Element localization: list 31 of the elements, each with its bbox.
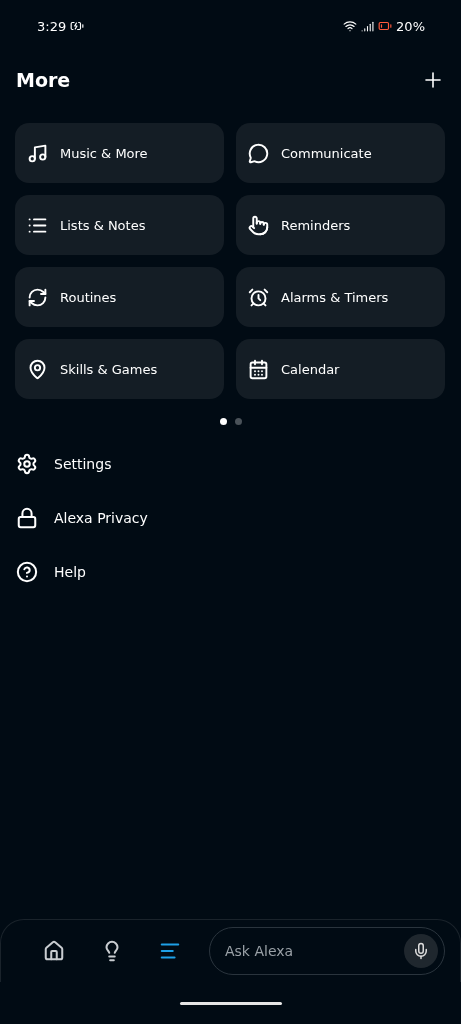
help-icon xyxy=(16,561,38,583)
feature-tile[interactable]: Calendar xyxy=(236,339,445,399)
feature-tile[interactable]: Reminders xyxy=(236,195,445,255)
battery-percent: 20% xyxy=(396,18,425,34)
feature-tile[interactable]: Lists & Notes xyxy=(15,195,224,255)
battery-icon xyxy=(378,19,393,33)
feature-tile[interactable]: Alarms & Timers xyxy=(236,267,445,327)
menu-item[interactable]: Alexa Privacy xyxy=(16,502,461,534)
feature-tile[interactable]: Routines xyxy=(15,267,224,327)
search-field[interactable]: Ask Alexa xyxy=(209,927,445,975)
calendar-icon xyxy=(248,358,269,380)
signal-icon xyxy=(361,19,375,33)
hand-pointer-icon xyxy=(248,214,269,236)
menu-item[interactable]: Help xyxy=(16,556,461,588)
menu-item[interactable]: Settings xyxy=(16,448,461,480)
battery-charging-icon xyxy=(70,19,85,33)
microphone-button[interactable] xyxy=(404,934,438,968)
home-icon xyxy=(43,940,65,962)
home-indicator[interactable] xyxy=(179,1001,282,1005)
clock-time: 3:29 xyxy=(37,18,67,34)
alarm-clock-icon xyxy=(248,286,269,308)
speech-bubble-icon xyxy=(248,142,269,164)
wifi-icon xyxy=(343,19,358,33)
feature-tile[interactable]: Music & More xyxy=(15,123,224,183)
feature-tile[interactable]: Skills & Games xyxy=(15,339,224,399)
microphone-icon xyxy=(412,942,430,960)
music-note-icon xyxy=(27,142,48,164)
page-title: More xyxy=(16,69,71,91)
settings-icon xyxy=(16,453,38,475)
feature-tile[interactable]: Communicate xyxy=(236,123,445,183)
lock-icon xyxy=(16,507,38,529)
